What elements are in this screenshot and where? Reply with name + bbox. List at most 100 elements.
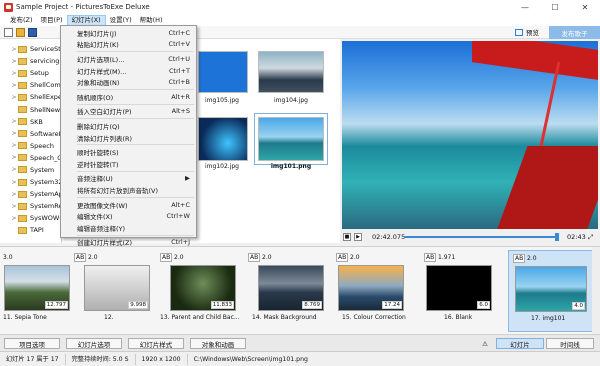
dropdown-menu-item[interactable]: 逆时针旋转(T): [61, 158, 196, 170]
slides-tab-button[interactable]: 幻灯片: [496, 338, 544, 349]
timeline-scrollbar[interactable]: [592, 247, 600, 335]
tree-item[interactable]: > ShellExpe: [0, 91, 61, 103]
tree-item[interactable]: ShellNew: [0, 103, 61, 115]
timeline-frame[interactable]: AB 2.0 11.833 13. Parent and Child Bac..…: [158, 250, 244, 332]
slide-options-button[interactable]: 幻灯片选项: [66, 338, 122, 349]
expand-arrow-icon[interactable]: >: [10, 82, 18, 89]
menu-publish[interactable]: 发布(Z): [6, 15, 37, 26]
timeline-thumbnail[interactable]: 17.24: [338, 265, 404, 311]
timeline-frame[interactable]: AB 2.0 8.769 14. Mask Background: [246, 250, 332, 332]
expand-arrow-icon[interactable]: >: [10, 166, 18, 173]
dropdown-menu-item[interactable]: 编辑文件(X) Ctrl+W: [61, 210, 196, 222]
expand-arrow-icon[interactable]: >: [10, 191, 18, 198]
expand-arrow-icon[interactable]: >: [10, 70, 18, 77]
tree-item[interactable]: TAPI: [0, 224, 61, 236]
seek-slider[interactable]: [404, 233, 560, 241]
new-file-icon[interactable]: [4, 27, 13, 37]
timeline-tab-button[interactable]: 时间线: [546, 338, 594, 349]
dropdown-menu-item[interactable]: 音频注释(U) ▶: [61, 173, 196, 185]
dropdown-menu-item[interactable]: 随机顺序(O) Alt+R: [61, 91, 196, 103]
publish-button[interactable]: 发布歌子: [549, 26, 600, 39]
dropdown-menu-item[interactable]: 幻灯片样式(M)... Ctrl+T: [61, 65, 196, 77]
seek-knob[interactable]: [555, 233, 560, 241]
tree-item-label: SKB: [30, 117, 43, 126]
dropdown-menu-item[interactable]: 删除幻灯片(Q): [61, 120, 196, 132]
slide-thumbnail[interactable]: [198, 51, 248, 93]
fullscreen-icon[interactable]: ⤢: [588, 233, 593, 242]
tree-item[interactable]: > ServiceSt: [0, 43, 61, 55]
tree-item[interactable]: > SoftwareD: [0, 128, 61, 140]
slide-thumbnail[interactable]: [258, 51, 324, 93]
play-icon[interactable]: ▶: [354, 232, 362, 241]
timeline-frame[interactable]: AB 1.971 6.0 16. Blank: [422, 250, 508, 332]
slide-thumbnail[interactable]: [198, 117, 248, 161]
maximize-button[interactable]: ☐: [540, 0, 570, 14]
timeline-thumbnail[interactable]: 4.0: [515, 266, 587, 312]
menu-item-shortcut: Alt+R: [171, 92, 190, 101]
timeline-thumbnail[interactable]: 6.0: [426, 265, 492, 311]
dropdown-menu-item[interactable]: 幻灯片选项(L)... Ctrl+U: [61, 53, 196, 65]
expand-arrow-icon[interactable]: >: [10, 142, 18, 149]
dropdown-menu-item[interactable]: 对象和动画(N) Ctrl+B: [61, 76, 196, 88]
tree-item[interactable]: > SystemAp: [0, 188, 61, 200]
timeline-frame[interactable]: AB 2.0 9.998 12.: [72, 250, 158, 332]
tree-item[interactable]: > SysWOW6: [0, 212, 61, 224]
expand-arrow-icon[interactable]: >: [10, 179, 18, 186]
expand-arrow-icon[interactable]: >: [10, 46, 18, 53]
warning-icon[interactable]: ⚠: [476, 338, 494, 349]
timeline-thumbnail[interactable]: 9.998: [84, 265, 150, 311]
timeline-thumbnail[interactable]: 12.797: [4, 265, 70, 311]
open-folder-icon[interactable]: [16, 27, 25, 37]
tree-item[interactable]: > Speech_O: [0, 152, 61, 164]
tree-item[interactable]: > servicing: [0, 55, 61, 67]
dropdown-menu-item[interactable]: 粘贴幻灯片(K) Ctrl+V: [61, 39, 196, 51]
menu-slides[interactable]: 幻灯片(X): [66, 14, 106, 26]
tree-item-label: TAPI: [30, 226, 44, 235]
tree-item[interactable]: > SKB: [0, 116, 61, 128]
timeline-frame-selected[interactable]: AB 2.0 4.0 17. img101: [508, 250, 594, 332]
menu-item-label: 清除幻灯片列表(R): [77, 134, 133, 143]
expand-arrow-icon[interactable]: >: [10, 58, 18, 65]
dropdown-menu-item[interactable]: 更改图像文件(W) Alt+C: [61, 199, 196, 211]
tree-item[interactable]: > System32: [0, 176, 61, 188]
slide-time: 9.998: [128, 301, 148, 309]
expand-arrow-icon[interactable]: >: [10, 154, 18, 161]
objects-animation-button[interactable]: 对象和动画: [190, 338, 246, 349]
expand-arrow-icon[interactable]: >: [10, 130, 18, 137]
dropdown-menu-item[interactable]: 复制幻灯片(J) Ctrl+C: [61, 27, 196, 39]
menu-settings[interactable]: 设置(Y): [106, 15, 136, 26]
preview-button[interactable]: 预览: [515, 27, 539, 37]
menu-project[interactable]: 项目(P): [37, 15, 67, 26]
dropdown-menu-item[interactable]: 插入空白幻灯片(P) Alt+S: [61, 106, 196, 118]
project-options-button[interactable]: 项目选项: [4, 338, 60, 349]
tree-item[interactable]: > System: [0, 164, 61, 176]
dropdown-menu-item[interactable]: 将所有幻灯片放到声音轨(V): [61, 184, 196, 196]
dropdown-menu-item[interactable]: 编辑音频注释(Y): [61, 222, 196, 234]
slide-thumbnail-selected[interactable]: [254, 113, 328, 165]
current-time: 02:42.075: [372, 232, 406, 241]
stop-icon[interactable]: ■: [343, 232, 351, 241]
window-title: Sample Project - PicturesToExe Deluxe: [16, 3, 150, 11]
dropdown-menu-item[interactable]: 顺时针旋转(S): [61, 146, 196, 158]
close-button[interactable]: ✕: [570, 0, 600, 14]
tree-item[interactable]: > Speech: [0, 140, 61, 152]
save-icon[interactable]: [28, 27, 37, 37]
minimize-button[interactable]: —: [510, 0, 540, 14]
timeline-thumbnail[interactable]: 11.833: [170, 265, 236, 311]
preview-label: 预览: [526, 29, 539, 37]
menu-help[interactable]: 帮助(H): [136, 15, 167, 26]
tree-item[interactable]: > ShellCom: [0, 79, 61, 91]
timeline-thumbnail[interactable]: 8.769: [258, 265, 324, 311]
folder-icon: [18, 142, 27, 150]
slide-style-button[interactable]: 幻灯片样式: [128, 338, 184, 349]
expand-arrow-icon[interactable]: >: [10, 94, 18, 101]
tree-item[interactable]: > SystemRes: [0, 200, 61, 212]
tree-item[interactable]: > Setup: [0, 67, 61, 79]
tree-item-label: ServiceSt: [30, 45, 61, 54]
dropdown-menu-item[interactable]: 清除幻灯片列表(R): [61, 132, 196, 144]
expand-arrow-icon[interactable]: >: [10, 118, 18, 125]
expand-arrow-icon[interactable]: >: [10, 203, 18, 210]
expand-arrow-icon[interactable]: >: [10, 215, 18, 222]
menu-item-label: 幻灯片选项(L)...: [77, 55, 125, 64]
timeline-frame[interactable]: AB 2.0 17.24 15. Colour Correction: [334, 250, 420, 332]
